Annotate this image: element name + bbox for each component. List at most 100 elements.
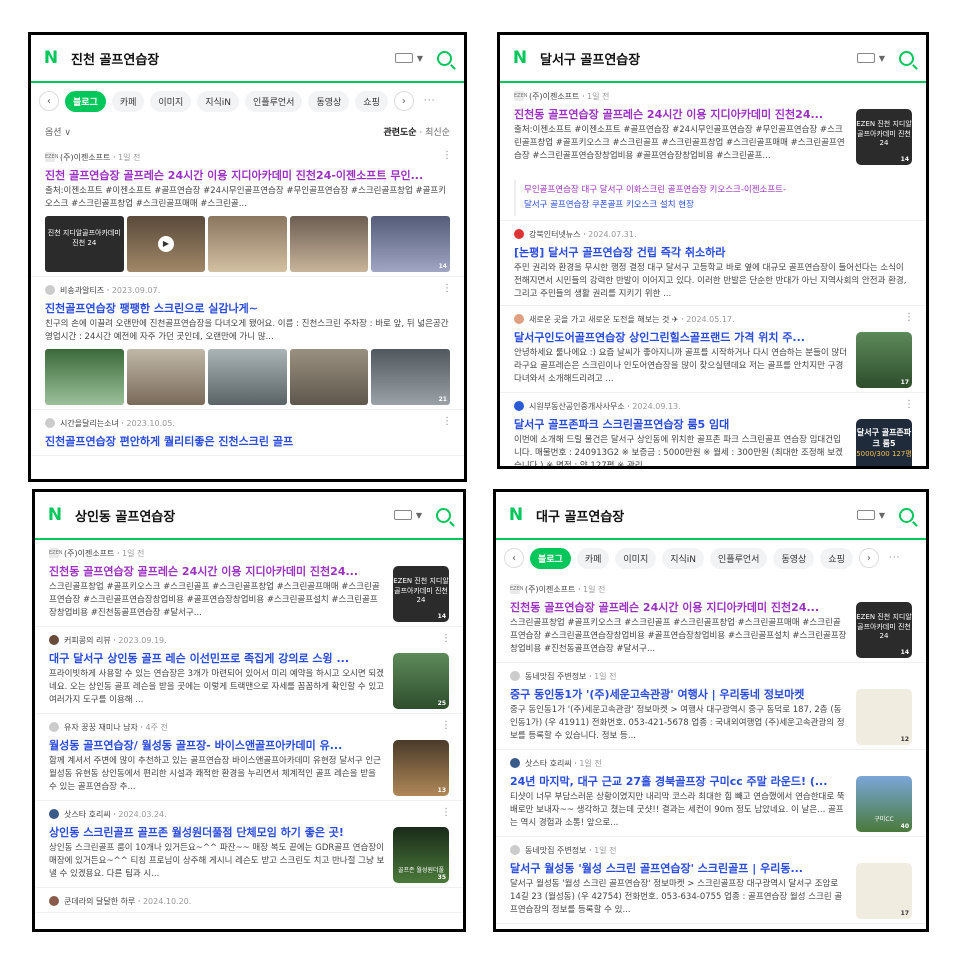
naver-logo-icon[interactable]: N xyxy=(47,507,63,524)
result-title[interactable]: 달서구 골프존파크 스크린골프연습장 룸5 임대 xyxy=(514,416,848,432)
thumb-image[interactable]: 21 xyxy=(371,349,450,405)
thumb-image[interactable]: 골프존 월성원더풀 35 xyxy=(393,827,449,883)
tab-shopping[interactable]: 쇼핑 xyxy=(820,547,853,569)
thumb-image[interactable]: 13 xyxy=(393,740,449,796)
result-title[interactable]: [논평] 달서구 골프연습장 건립 즉각 취소하라 xyxy=(514,244,912,260)
video-thumb[interactable]: ▶ xyxy=(126,216,206,272)
kebab-menu-icon[interactable]: ⋮ xyxy=(442,283,452,294)
tab-video[interactable]: 동영상 xyxy=(773,547,815,569)
tab-prev-button[interactable]: ‹ xyxy=(504,548,524,568)
naver-logo-icon[interactable]: N xyxy=(512,50,528,67)
result-title[interactable]: 진천동 골프연습장 골프레슨 24시간 이용 지디아카데미 진천24... xyxy=(510,599,848,615)
avatar xyxy=(49,896,59,906)
tab-blog[interactable]: 블로그 xyxy=(65,90,106,112)
play-icon[interactable]: ▶ xyxy=(157,236,174,252)
thumb-image[interactable]: 진천 지디알골프아카데미 진천 24 xyxy=(45,216,124,272)
thumb-image[interactable]: 달서구 골프존파크 룸55000/300 127평8 xyxy=(856,419,912,466)
chevron-down-icon[interactable]: ▼ xyxy=(879,511,885,520)
thumb-image[interactable] xyxy=(289,216,369,272)
kebab-menu-icon[interactable]: ⋮ xyxy=(904,312,914,323)
tab-influencer[interactable]: 인플루언서 xyxy=(245,90,303,112)
tab-prev-button[interactable]: ‹ xyxy=(39,91,59,111)
tab-shopping[interactable]: 쇼핑 xyxy=(355,90,388,112)
result-title[interactable]: 달서구 월성동 '월성 스크린 골프연습장' 스크린골프 | 우리동... xyxy=(510,860,848,876)
options-toggle[interactable]: 옵션 ∨ xyxy=(45,125,71,138)
search-query[interactable]: 진천 골프연습장 xyxy=(71,49,395,68)
image-strip[interactable]: 진천 지디알골프아카데미 진천 24 ▶ 14 xyxy=(45,216,450,272)
related-link[interactable]: 달서구 골프연습장 쿠폰골프 키오스크 설치 현장 xyxy=(524,198,912,213)
kebab-menu-icon[interactable]: ⋮ xyxy=(904,399,914,410)
thumb-image[interactable] xyxy=(126,349,206,405)
ezen-avatar: EZEN xyxy=(49,548,63,558)
tab-next-button[interactable]: › xyxy=(393,91,414,111)
search-icon[interactable] xyxy=(437,50,452,66)
thumb-image[interactable] xyxy=(45,349,124,405)
search-query[interactable]: 대구 골프연습장 xyxy=(536,506,857,525)
tab-influencer[interactable]: 인플루언서 xyxy=(710,547,768,569)
chevron-down-icon[interactable]: ▼ xyxy=(417,54,423,63)
map-thumb[interactable]: 17 xyxy=(856,863,912,919)
thumb-image[interactable]: 17 xyxy=(856,332,912,388)
naver-logo-icon[interactable]: N xyxy=(508,507,524,524)
thumb-image[interactable]: EZEN 진천 지디알골프아카데미 진천 24 14 xyxy=(856,109,912,165)
result-desc: 함께 계셔서 주변에 많이 추천하고 있는 골프연습장 바이스앤골프아카데미 유… xyxy=(49,756,382,792)
tab-image[interactable]: 이미지 xyxy=(150,90,192,112)
result-title[interactable]: 진천동 골프연습장 골프레슨 24시간 이용 지디아카데미 진천24... xyxy=(49,563,385,579)
keyboard-icon[interactable] xyxy=(393,510,412,520)
chevron-down-icon[interactable]: ▼ xyxy=(416,511,422,520)
result-desc: 스크린골프창업 #골프키오스크 #스크린골프 #스크린골프창업 #스크린골프매매… xyxy=(49,582,380,618)
keyboard-icon[interactable] xyxy=(856,53,875,63)
search-icon[interactable] xyxy=(899,507,914,523)
map-thumb[interactable]: 12 xyxy=(856,689,912,745)
search-icon[interactable] xyxy=(436,507,451,523)
kebab-menu-icon[interactable]: ⋮ xyxy=(442,150,452,161)
thumb-image[interactable]: 14 xyxy=(371,216,450,272)
result-title[interactable]: 월성동 골프연습장/ 월성동 골프장- 바이스앤골프아카데미 유... xyxy=(49,737,385,753)
tab-video[interactable]: 동영상 xyxy=(308,90,350,112)
tab-blog[interactable]: 블로그 xyxy=(530,547,571,569)
sort-latest[interactable]: 최신순 xyxy=(425,128,450,138)
thumb-image[interactable] xyxy=(208,349,287,405)
keyboard-icon[interactable] xyxy=(856,510,875,520)
search-panel-dalseo: N 달서구 골프연습장 ▼ EZEN (주)이젠소프트 · 1일 전 진천동 골프… xyxy=(497,32,929,469)
kebab-menu-icon[interactable]: ⋮ xyxy=(441,807,451,818)
result-title[interactable]: 진천골프연습장 편안하게 퀄리티좋은 진천스크린 골프 xyxy=(45,433,450,449)
tab-kin[interactable]: 지식iN xyxy=(197,90,240,112)
tab-image[interactable]: 이미지 xyxy=(615,547,657,569)
thumb-image[interactable] xyxy=(289,349,369,405)
tab-cafe[interactable]: 카페 xyxy=(576,547,610,569)
result-title[interactable]: 진천골프연습장 팽팽한 스크린으로 실감나게~ xyxy=(45,300,450,316)
kebab-menu-icon[interactable]: ⋮ xyxy=(441,720,451,731)
naver-logo-icon[interactable]: N xyxy=(43,50,59,67)
keyboard-icon[interactable] xyxy=(394,53,413,63)
result-title[interactable]: 상인동 스크린골프 골프존 월성원더풀점 단체모임 하기 좋은 곳! xyxy=(49,824,385,840)
more-icon[interactable]: ··· xyxy=(424,96,436,106)
result-item: 시간을달리는소녀 · 2023.10.05. ⋮ 진천골프연습장 편안하게 퀄리… xyxy=(31,410,464,456)
related-link[interactable]: 무인골프연습장 대구 달서구 이화스크린 골프연습장 키오스크-이젠소프트- xyxy=(524,183,912,198)
sort-relevance[interactable]: 관련도순 xyxy=(383,128,416,138)
result-title[interactable]: 진천동 골프연습장 골프레슨 24시간 이용 지디아카데미 진천24... xyxy=(514,106,848,122)
thumb-image[interactable]: 25 xyxy=(393,653,449,709)
search-query[interactable]: 달서구 골프연습장 xyxy=(540,49,857,68)
ezen-avatar: EZEN xyxy=(510,584,524,594)
thumb-image[interactable] xyxy=(208,216,287,272)
result-title[interactable]: 중구 동인동1가 '(주)세운고속관광' 여행사 | 우리동네 정보마켓 xyxy=(510,686,848,702)
chevron-down-icon[interactable]: ▼ xyxy=(879,54,885,63)
thumb-image[interactable]: EZEN 진천 지디알골프아카데미 진천 24 14 xyxy=(856,602,912,658)
tab-cafe[interactable]: 카페 xyxy=(111,90,145,112)
tab-kin[interactable]: 지식iN xyxy=(662,547,705,569)
more-icon[interactable]: ··· xyxy=(889,553,901,563)
image-strip[interactable]: 21 xyxy=(45,349,450,405)
result-title[interactable]: 달서구인도어골프연습장 상인그린힐스골프랜드 가격 위치 주... xyxy=(514,329,848,345)
thumb-image[interactable]: 구미CC 40 xyxy=(856,776,912,832)
result-title[interactable]: 24년 마지막, 대구 근교 27홀 경북골프장 구미cc 주말 라운드! (.… xyxy=(510,773,848,789)
search-icon[interactable] xyxy=(899,50,914,66)
result-title[interactable]: 진천 골프연습장 골프레슨 24시간 이용 지디아카데미 진천24-이젠소프트 … xyxy=(45,167,450,183)
search-query[interactable]: 상인동 골프연습장 xyxy=(75,506,394,525)
tab-next-button[interactable]: › xyxy=(858,548,879,568)
kebab-menu-icon[interactable]: ⋮ xyxy=(442,416,452,427)
result-title[interactable]: 대구 달서구 상인동 골프 레슨 이선민프로 족집게 강의로 스윙 ... xyxy=(49,650,385,666)
kebab-menu-icon[interactable]: ⋮ xyxy=(441,633,451,644)
result-item: 시원부동산공인중개사사무소 · 2024.09.13. ⋮ 달서구 골프존파크 … xyxy=(500,393,926,466)
thumb-image[interactable]: EZEN 진천 지디알골프아카데미 진천 24 14 xyxy=(393,566,449,622)
